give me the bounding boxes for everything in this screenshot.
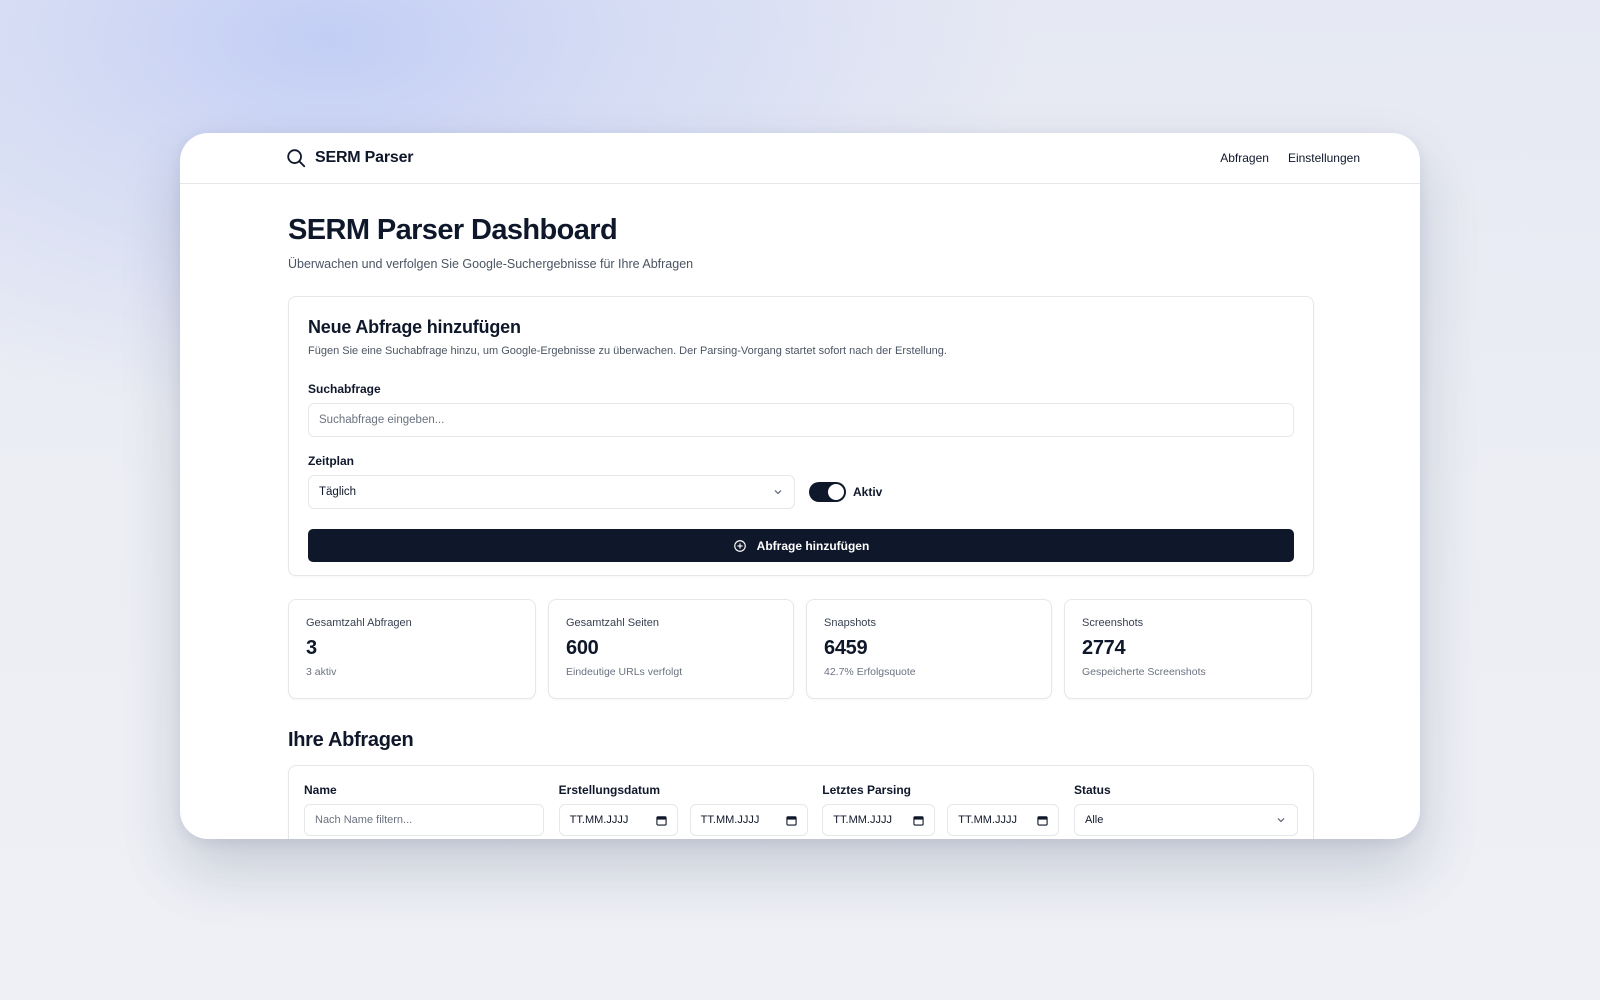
date-placeholder: TT.MM.JJJJ	[833, 814, 892, 826]
status-value: Alle	[1084, 814, 1104, 826]
created-to-date-input[interactable]: TT.MM.JJJJ	[689, 804, 808, 836]
queries-section-title: Ihre Abfragen	[288, 729, 414, 751]
stat-subtext: Gespeicherte Screenshots	[1082, 666, 1206, 678]
filter-name-placeholder: Nach Name filtern...	[315, 814, 413, 826]
date-placeholder: TT.MM.JJJJ	[958, 814, 1017, 826]
filter-last-parsing-range: TT.MM.JJJJ TT.MM.JJJJ	[822, 804, 1074, 836]
app-window: SERM Parser Abfragen Einstellungen SERM …	[180, 133, 1420, 839]
stat-subtext: 3 aktiv	[306, 666, 337, 678]
status-select[interactable]: Alle	[1073, 804, 1298, 836]
stat-card-snapshots: Snapshots 6459 42.7% Erfolgsquote	[806, 599, 1052, 699]
page-subtitle: Überwachen und verfolgen Sie Google-Such…	[288, 257, 694, 271]
filter-created-group: Erstellungsdatum TT.MM.JJJJ TT.MM.JJJJ	[558, 783, 823, 836]
filter-row: Name Nach Name filtern... Erstellungsdat…	[304, 783, 1298, 836]
schedule-value: Täglich	[319, 486, 357, 498]
calendar-icon	[1037, 815, 1048, 826]
stat-label: Screenshots	[1082, 617, 1144, 629]
stats-row: Gesamtzahl Abfragen 3 3 aktiv Gesamtzahl…	[288, 599, 1314, 699]
parsing-from-date-input[interactable]: TT.MM.JJJJ	[822, 804, 936, 836]
filter-last-parsing-label: Letztes Parsing	[822, 783, 911, 797]
filter-card: Name Nach Name filtern... Erstellungsdat…	[288, 765, 1314, 839]
chevron-down-icon	[1277, 818, 1285, 823]
add-query-button[interactable]: Abfrage hinzufügen	[308, 529, 1294, 562]
toggle-knob	[828, 484, 844, 500]
calendar-icon	[786, 815, 797, 826]
filter-status-label: Status	[1073, 783, 1111, 797]
stat-value: 3	[306, 637, 317, 659]
created-from-date-input[interactable]: TT.MM.JJJJ	[558, 804, 678, 836]
page-title: SERM Parser Dashboard	[288, 214, 618, 246]
filter-created-label: Erstellungsdatum	[558, 783, 661, 797]
nav-link-queries[interactable]: Abfragen	[1220, 151, 1269, 165]
brand-name: SERM Parser	[315, 149, 414, 166]
stat-card-screenshots: Screenshots 2774 Gespeicherte Screenshot…	[1064, 599, 1312, 699]
filter-name-label: Name	[304, 783, 337, 797]
top-navbar: SERM Parser Abfragen Einstellungen	[180, 133, 1420, 184]
stat-card-total-queries: Gesamtzahl Abfragen 3 3 aktiv	[288, 599, 536, 699]
query-input[interactable]: Suchabfrage eingeben...	[308, 403, 1294, 437]
stat-label: Gesamtzahl Seiten	[566, 617, 659, 629]
schedule-select[interactable]: Täglich	[308, 475, 795, 509]
active-toggle[interactable]	[809, 482, 846, 502]
filter-last-parsing-group: Letztes Parsing TT.MM.JJJJ TT.MM.JJJJ	[822, 783, 1074, 836]
query-label: Suchabfrage	[308, 382, 381, 396]
filter-name-input[interactable]: Nach Name filtern...	[304, 804, 544, 836]
plus-circle-icon	[733, 539, 746, 552]
nav-links: Abfragen Einstellungen	[1220, 151, 1360, 165]
calendar-icon	[656, 815, 667, 826]
stat-value: 2774	[1082, 637, 1126, 659]
calendar-icon	[913, 815, 924, 826]
search-icon	[287, 149, 306, 168]
filter-name-group: Name Nach Name filtern...	[304, 783, 559, 836]
schedule-row: Täglich Aktiv	[308, 475, 1294, 509]
schedule-label: Zeitplan	[308, 454, 355, 468]
date-placeholder: TT.MM.JJJJ	[569, 814, 629, 826]
filter-status-group: Status Alle	[1073, 783, 1298, 836]
add-query-card: Neue Abfrage hinzufügen Fügen Sie eine S…	[288, 296, 1314, 576]
stat-card-total-pages: Gesamtzahl Seiten 600 Eindeutige URLs ve…	[548, 599, 794, 699]
chevron-down-icon	[774, 490, 782, 495]
nav-link-settings[interactable]: Einstellungen	[1288, 151, 1360, 165]
stat-label: Gesamtzahl Abfragen	[306, 617, 412, 629]
stat-subtext: 42.7% Erfolgsquote	[824, 666, 916, 678]
stat-subtext: Eindeutige URLs verfolgt	[566, 666, 683, 678]
filter-created-range: TT.MM.JJJJ TT.MM.JJJJ	[558, 804, 823, 836]
stat-value: 6459	[824, 637, 868, 659]
stat-value: 600	[566, 637, 599, 659]
brand[interactable]: SERM Parser	[285, 147, 413, 169]
query-input-placeholder: Suchabfrage eingeben...	[319, 414, 445, 426]
add-query-button-label: Abfrage hinzufügen	[756, 538, 870, 553]
date-placeholder: TT.MM.JJJJ	[700, 814, 760, 826]
form-description: Fügen Sie eine Suchabfrage hinzu, um Goo…	[308, 345, 947, 357]
form-title: Neue Abfrage hinzufügen	[308, 317, 521, 337]
active-label: Aktiv	[853, 485, 883, 499]
stat-label: Snapshots	[824, 617, 876, 629]
parsing-to-date-input[interactable]: TT.MM.JJJJ	[947, 804, 1060, 836]
main-content: SERM Parser Dashboard Überwachen und ver…	[288, 184, 1314, 839]
